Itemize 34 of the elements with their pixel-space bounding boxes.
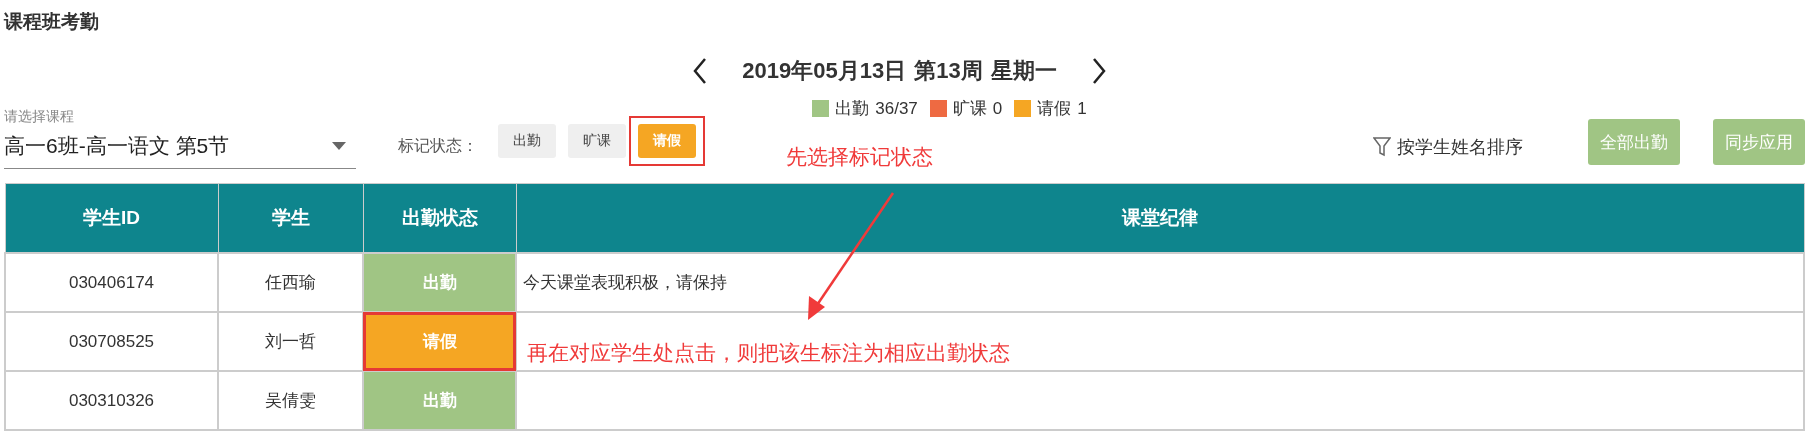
sort-button[interactable]: 按学生姓名排序	[1373, 135, 1523, 159]
action-button[interactable]: 同步应用	[1713, 119, 1805, 165]
legend-count: 0	[992, 98, 1003, 119]
week-text: 第13周	[914, 57, 983, 85]
annotation-text: 先选择标记状态	[786, 144, 933, 171]
status-cell[interactable]: 出勤	[363, 253, 516, 312]
legend-label: 出勤	[835, 98, 870, 120]
status-cell[interactable]: 出勤	[363, 371, 516, 430]
date-text: 2019年05月13日	[742, 57, 907, 85]
status-option-button[interactable]: 旷课	[568, 124, 626, 158]
legend-count: 1	[1077, 98, 1087, 119]
status-cell[interactable]: 请假	[363, 312, 516, 371]
column-header: 学生	[218, 183, 363, 253]
table-cell: 030310326	[5, 371, 218, 430]
legend-label: 旷课	[952, 98, 987, 120]
mark-status-label: 标记状态：	[398, 136, 478, 156]
status-option-button[interactable]: 出勤	[498, 124, 556, 158]
annotation-text: 再在对应学生处点击，则把该生标注为相应出勤状态	[527, 340, 1010, 367]
action-button[interactable]: 全部出勤	[1588, 119, 1680, 165]
table-cell: 030406174	[5, 253, 218, 312]
field-label: 请选择课程	[4, 108, 75, 126]
column-header: 出勤状态	[363, 183, 516, 253]
legend-label: 请假	[1037, 98, 1072, 120]
legend-count: 36/37	[875, 98, 918, 119]
table-cell: 任西瑜	[218, 253, 363, 312]
status-option-button[interactable]: 请假	[638, 124, 696, 158]
table-cell: 030708525	[5, 312, 218, 371]
select-value: 高一6班-高一语文 第5节	[4, 133, 230, 159]
column-header: 学生ID	[5, 183, 218, 253]
discipline-text: 今天课堂表现积极，请保持	[523, 273, 727, 292]
page-title: 课程班考勤	[4, 10, 99, 34]
weekday-text: 星期一	[990, 57, 1057, 85]
course-select[interactable]: 高一6班-高一语文 第5节	[4, 126, 356, 169]
column-header: 课堂纪律	[516, 183, 1804, 253]
